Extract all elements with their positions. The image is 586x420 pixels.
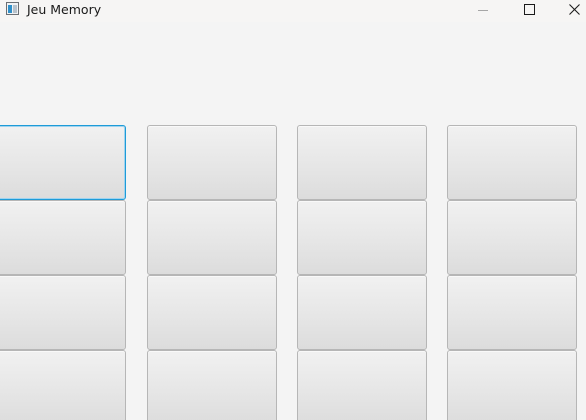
memory-card-r4-c1[interactable] [0, 350, 126, 420]
minimize-icon [478, 9, 488, 11]
memory-card-r2-c2[interactable] [147, 200, 277, 275]
title-bar[interactable]: Jeu Memory [0, 0, 586, 22]
memory-card-r3-c1[interactable] [0, 275, 126, 350]
memory-card-r3-c3[interactable] [297, 275, 427, 350]
java-app-icon [6, 2, 19, 15]
maximize-button[interactable] [509, 0, 549, 20]
memory-card-r2-c3[interactable] [297, 200, 427, 275]
memory-card-r4-c4[interactable] [447, 350, 577, 420]
memory-card-r1-c1[interactable] [0, 125, 126, 200]
memory-card-r2-c1[interactable] [0, 200, 126, 275]
memory-card-r4-c2[interactable] [147, 350, 277, 420]
close-button[interactable] [554, 0, 586, 20]
memory-board [0, 22, 586, 420]
memory-card-r2-c4[interactable] [447, 200, 577, 275]
close-icon [568, 3, 580, 15]
memory-card-r1-c4[interactable] [447, 125, 577, 200]
minimize-button[interactable] [463, 0, 503, 20]
app-window: Jeu Memory [0, 0, 586, 420]
memory-card-r1-c3[interactable] [297, 125, 427, 200]
window-title: Jeu Memory [27, 2, 102, 17]
memory-card-r4-c3[interactable] [297, 350, 427, 420]
maximize-icon [523, 3, 535, 15]
memory-card-r3-c4[interactable] [447, 275, 577, 350]
memory-card-r1-c2[interactable] [147, 125, 277, 200]
memory-card-r3-c2[interactable] [147, 275, 277, 350]
